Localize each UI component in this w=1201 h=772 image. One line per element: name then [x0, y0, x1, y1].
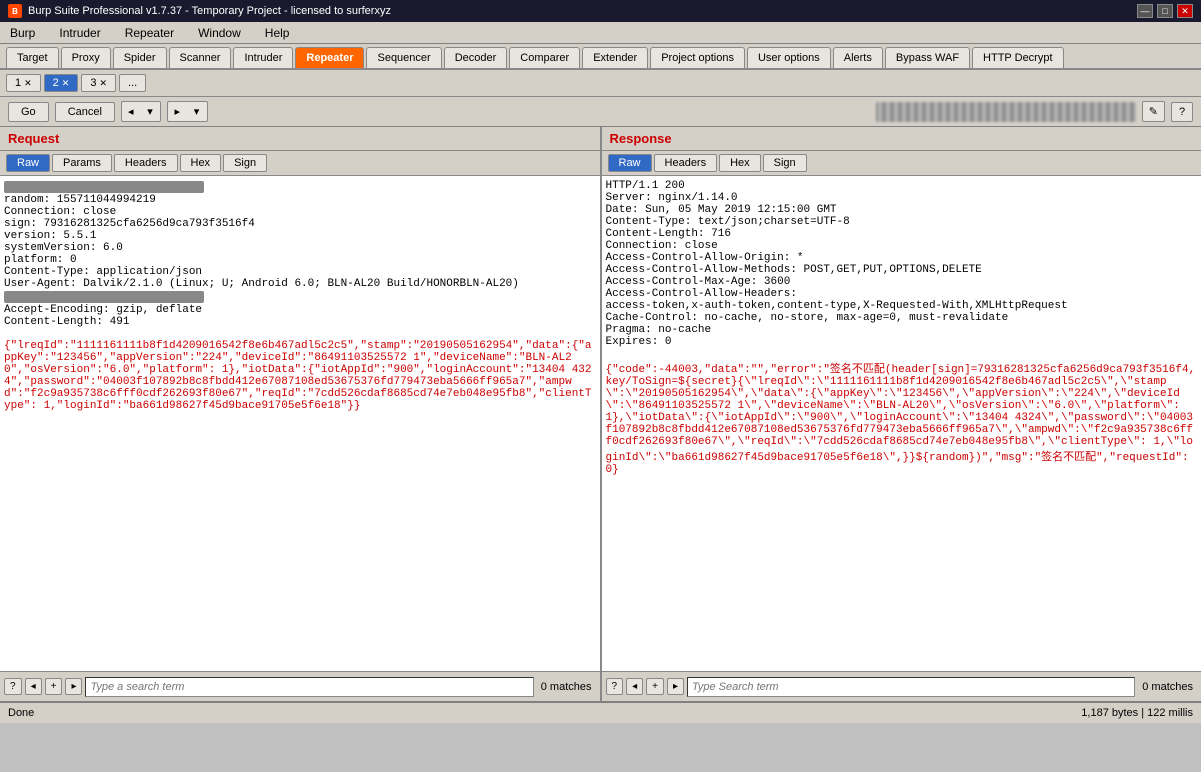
go-button[interactable]: Go	[8, 102, 49, 122]
request-search-help[interactable]: ?	[4, 678, 22, 695]
maximize-button[interactable]: □	[1157, 4, 1173, 18]
tab-decoder[interactable]: Decoder	[444, 47, 508, 68]
tab-scanner[interactable]: Scanner	[169, 47, 232, 68]
title-bar: B Burp Suite Professional v1.7.37 - Temp…	[0, 0, 1201, 22]
request-search-bar: ? ◂ + ▸ 0 matches	[0, 671, 600, 701]
request-search-input[interactable]	[85, 677, 533, 697]
request-match-count: 0 matches	[537, 681, 596, 693]
close-tab-1[interactable]: ✕	[24, 78, 32, 89]
tab-project-options[interactable]: Project options	[650, 47, 745, 68]
request-panel: Request Raw Params Headers Hex Sign rand…	[0, 127, 602, 701]
response-tab-raw[interactable]: Raw	[608, 154, 652, 172]
edit-button[interactable]: ✎	[1142, 101, 1165, 122]
status-text: Done	[8, 707, 34, 719]
tab-proxy[interactable]: Proxy	[61, 47, 111, 68]
tab-comparer[interactable]: Comparer	[509, 47, 580, 68]
title-text: Burp Suite Professional v1.7.37 - Tempor…	[28, 5, 391, 17]
forward-dropdown[interactable]: ▾	[186, 101, 208, 122]
status-bar: Done 1,187 bytes | 122 millis	[0, 701, 1201, 723]
request-search-prev[interactable]: ◂	[25, 678, 42, 695]
response-match-count: 0 matches	[1138, 681, 1197, 693]
sub-tab-3[interactable]: 3 ✕	[81, 74, 116, 92]
tab-sequencer[interactable]: Sequencer	[366, 47, 441, 68]
back-button[interactable]: ◂	[121, 101, 140, 122]
nav-tabs: Target Proxy Spider Scanner Intruder Rep…	[0, 44, 1201, 70]
back-dropdown[interactable]: ▾	[139, 101, 161, 122]
response-tabs: Raw Headers Hex Sign	[602, 151, 1201, 176]
tab-user-options[interactable]: User options	[747, 47, 831, 68]
tab-http-decrypt[interactable]: HTTP Decrypt	[972, 47, 1063, 68]
tab-extender[interactable]: Extender	[582, 47, 648, 68]
close-tab-3[interactable]: ✕	[99, 78, 107, 89]
response-search-help[interactable]: ?	[606, 678, 624, 695]
sub-tab-1[interactable]: 1 ✕	[6, 74, 41, 92]
request-search-next[interactable]: ▸	[65, 678, 82, 695]
forward-button[interactable]: ▸	[167, 101, 186, 122]
response-content[interactable]: HTTP/1.1 200Server: nginx/1.14.0Date: Su…	[602, 176, 1201, 671]
menu-bar: Burp Intruder Repeater Window Help	[0, 22, 1201, 44]
sub-tab-bar: 1 ✕ 2 ✕ 3 ✕ ...	[0, 70, 1201, 97]
response-search-input[interactable]	[687, 677, 1135, 697]
status-bytes: 1,187 bytes | 122 millis	[1081, 707, 1193, 719]
menu-help[interactable]: Help	[259, 24, 296, 42]
tab-target[interactable]: Target	[6, 47, 59, 68]
response-panel: Response Raw Headers Hex Sign HTTP/1.1 2…	[602, 127, 1201, 701]
target-url-blurred	[876, 102, 1136, 122]
main-content: Request Raw Params Headers Hex Sign rand…	[0, 127, 1201, 701]
response-search-next[interactable]: ▸	[667, 678, 684, 695]
forward-nav: ▸ ▾	[167, 101, 208, 122]
back-nav: ◂ ▾	[121, 101, 162, 122]
response-search-next-plus[interactable]: +	[646, 678, 664, 695]
app-icon: B	[8, 4, 22, 18]
request-tab-hex[interactable]: Hex	[180, 154, 222, 172]
sub-tab-more[interactable]: ...	[119, 74, 146, 92]
request-tab-raw[interactable]: Raw	[6, 154, 50, 172]
request-tab-headers[interactable]: Headers	[114, 154, 178, 172]
tab-intruder[interactable]: Intruder	[233, 47, 293, 68]
close-tab-2[interactable]: ✕	[62, 78, 70, 89]
response-header: Response	[602, 127, 1201, 151]
close-button[interactable]: ✕	[1177, 4, 1193, 18]
menu-window[interactable]: Window	[192, 24, 247, 42]
request-search-next-plus[interactable]: +	[45, 678, 63, 695]
menu-intruder[interactable]: Intruder	[53, 24, 106, 42]
response-search-prev[interactable]: ◂	[626, 678, 643, 695]
response-tab-headers[interactable]: Headers	[654, 154, 718, 172]
response-tab-sign[interactable]: Sign	[763, 154, 807, 172]
toolbar: Go Cancel ◂ ▾ ▸ ▾ ✎ ?	[0, 97, 1201, 127]
request-tab-params[interactable]: Params	[52, 154, 112, 172]
tab-bypass-waf[interactable]: Bypass WAF	[885, 47, 970, 68]
tab-alerts[interactable]: Alerts	[833, 47, 883, 68]
title-bar-left: B Burp Suite Professional v1.7.37 - Temp…	[8, 4, 391, 18]
response-tab-hex[interactable]: Hex	[719, 154, 761, 172]
menu-burp[interactable]: Burp	[4, 24, 41, 42]
window-controls[interactable]: — □ ✕	[1137, 4, 1193, 18]
menu-repeater[interactable]: Repeater	[119, 24, 180, 42]
tab-repeater[interactable]: Repeater	[295, 47, 364, 68]
minimize-button[interactable]: —	[1137, 4, 1153, 18]
request-header: Request	[0, 127, 600, 151]
tab-spider[interactable]: Spider	[113, 47, 167, 68]
request-tab-sign[interactable]: Sign	[223, 154, 267, 172]
sub-tab-2[interactable]: 2 ✕	[44, 74, 79, 92]
response-search-bar: ? ◂ + ▸ 0 matches	[602, 671, 1201, 701]
request-tabs: Raw Params Headers Hex Sign	[0, 151, 600, 176]
request-content[interactable]: random: 155711044994219Connection: close…	[0, 176, 600, 671]
help-button[interactable]: ?	[1171, 102, 1193, 122]
cancel-button[interactable]: Cancel	[55, 102, 115, 122]
